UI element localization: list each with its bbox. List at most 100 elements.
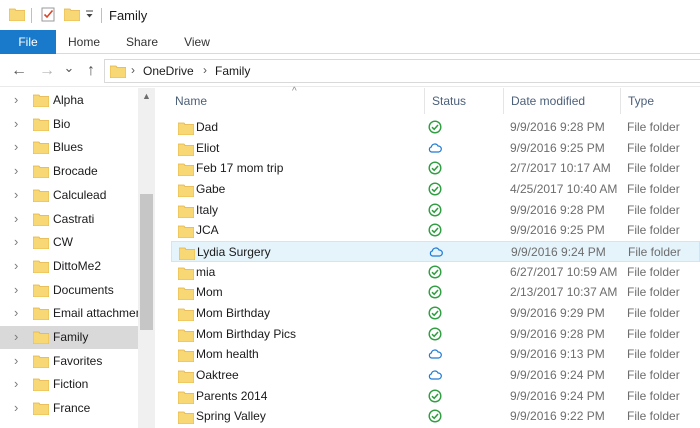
sidebar-item[interactable]: › Alpha (0, 89, 138, 112)
file-name: Dad (196, 120, 219, 134)
sidebar-item-label: CW (53, 235, 73, 250)
expand-chevron-icon[interactable]: › (14, 139, 18, 154)
file-row[interactable]: Parents 2014 9/9/2016 9:24 PM File folder (171, 386, 700, 407)
sidebar-item[interactable]: › Documents (0, 279, 138, 302)
sidebar-item-label: Documents (53, 282, 114, 297)
blue-cloud-icon (428, 368, 442, 382)
expand-chevron-icon[interactable]: › (14, 163, 18, 178)
expand-chevron-icon[interactable]: › (14, 329, 18, 344)
folder-icon (33, 117, 49, 131)
folder-icon (33, 93, 49, 107)
column-header-name[interactable]: Name (175, 94, 207, 108)
green-check-circle-icon (428, 161, 442, 175)
file-name: mia (196, 264, 216, 279)
sidebar-item[interactable]: › DittoMe2 (0, 255, 138, 278)
scrollbar-thumb[interactable] (140, 194, 153, 330)
green-check-circle-icon (428, 306, 442, 320)
sidebar-item-label: Calculead (53, 187, 107, 202)
file-row[interactable]: Oaktree 9/9/2016 9:24 PM File folder (171, 365, 700, 386)
file-row[interactable]: Mom health 9/9/2016 9:13 PM File folder (171, 344, 700, 365)
file-type: File folder (627, 182, 680, 196)
tab-view[interactable]: View (176, 30, 218, 54)
file-type: File folder (627, 120, 680, 134)
expand-chevron-icon[interactable]: › (14, 400, 18, 415)
file-row[interactable]: Mom Birthday 9/9/2016 9:29 PM File folder (171, 303, 700, 324)
sidebar-item[interactable]: › CW (0, 231, 138, 254)
sort-ascending-icon: ^ (292, 86, 297, 97)
file-row[interactable]: Mom Birthday Pics 9/9/2016 9:28 PM File fo… (171, 324, 700, 345)
column-header-type[interactable]: Type (628, 94, 654, 108)
properties-checkmark-icon[interactable] (41, 7, 56, 25)
expand-chevron-icon[interactable]: › (14, 353, 18, 368)
file-row[interactable]: Feb 17 mom trip 2/7/2017 10:17 AM File fol… (171, 158, 700, 179)
expand-chevron-icon[interactable]: › (14, 211, 18, 226)
file-row[interactable]: Eliot 9/9/2016 9:25 PM File folder (171, 138, 700, 159)
file-date-modified: 6/27/2017 10:59 AM (510, 264, 618, 279)
breadcrumb-onedrive[interactable]: OneDrive (143, 64, 194, 78)
sidebar-item[interactable]: › Favorites (0, 350, 138, 373)
file-date-modified: 9/9/2016 9:28 PM (510, 120, 605, 134)
scroll-up-arrow-icon[interactable]: ▲ (142, 91, 151, 101)
file-row[interactable]: Italy 9/9/2016 9:28 PM File folder (171, 200, 700, 221)
sidebar-item[interactable]: › Email attachments (0, 302, 138, 325)
sidebar-item[interactable]: › Castrati (0, 208, 138, 231)
file-row[interactable]: Spring Valley 9/9/2016 9:22 PM File folder (171, 406, 700, 427)
sidebar-item[interactable]: › Family (0, 326, 138, 349)
sidebar-item[interactable]: › France (0, 397, 138, 420)
forward-arrow-icon[interactable]: → (36, 60, 58, 82)
folder-icon (33, 212, 49, 226)
file-date-modified: 9/9/2016 9:24 PM (510, 368, 605, 383)
file-date-modified: 9/9/2016 9:24 PM (510, 388, 605, 403)
tab-home[interactable]: Home (62, 30, 106, 54)
folder-icon (178, 142, 194, 156)
green-check-circle-icon (428, 120, 442, 134)
expand-chevron-icon[interactable]: › (14, 187, 18, 202)
file-row[interactable]: JCA 9/9/2016 9:25 PM File folder (171, 220, 700, 241)
column-header-date-modified[interactable]: Date modified (511, 94, 585, 108)
folder-icon (179, 246, 195, 261)
file-row[interactable]: Dad 9/9/2016 9:28 PM File folder (171, 117, 700, 138)
expand-chevron-icon[interactable]: › (14, 92, 18, 107)
green-check-circle-icon (428, 265, 442, 279)
expand-chevron-icon[interactable]: › (14, 282, 18, 297)
breadcrumb-separator[interactable]: › (131, 63, 135, 77)
column-header-status[interactable]: Status (432, 94, 466, 108)
file-type: File folder (627, 140, 680, 155)
file-date-modified: 9/9/2016 9:28 PM (510, 326, 605, 341)
new-folder-icon[interactable] (64, 7, 80, 21)
folder-icon[interactable] (9, 7, 25, 21)
file-type: File folder (627, 285, 680, 300)
file-date-modified: 2/13/2017 10:37 AM (510, 285, 618, 300)
sidebar-item[interactable]: › Bio (0, 113, 138, 136)
file-row[interactable]: mia 6/27/2017 10:59 AM File folder (171, 262, 700, 283)
address-bar[interactable]: › OneDrive › Family (104, 59, 700, 83)
tab-file[interactable]: File (0, 30, 56, 54)
file-row[interactable]: Mom 2/13/2017 10:37 AM File folder (171, 282, 700, 303)
file-name: Eliot (196, 140, 220, 155)
file-row[interactable]: Lydia Surgery 9/9/2016 9:24 PM File folder (171, 241, 700, 263)
expand-chevron-icon[interactable]: › (14, 234, 18, 249)
expand-chevron-icon[interactable]: › (14, 258, 18, 273)
sidebar-item[interactable]: › Brocade (0, 160, 138, 183)
up-arrow-icon[interactable]: ↑ (80, 60, 102, 82)
customize-toolbar-dropdown-icon[interactable] (85, 8, 94, 23)
recent-locations-chevron-icon[interactable]: ⌄ (61, 57, 77, 79)
navigation-pane-scrollbar[interactable]: ▲ (138, 88, 155, 428)
file-date-modified: 9/9/2016 9:29 PM (510, 306, 605, 321)
file-row[interactable]: Gabe 4/25/2017 10:40 AM File folder (171, 179, 700, 200)
expand-chevron-icon[interactable]: › (14, 376, 18, 391)
file-date-modified: 2/7/2017 10:17 AM (510, 161, 611, 176)
file-name: Spring Valley (196, 409, 266, 424)
expand-chevron-icon[interactable]: › (14, 116, 18, 131)
sidebar-item[interactable]: › Calculead (0, 184, 138, 207)
back-arrow-icon[interactable]: ← (8, 60, 30, 82)
sidebar-item[interactable]: › Fiction (0, 373, 138, 396)
breadcrumb-separator[interactable]: › (203, 63, 207, 77)
file-name: Oaktree (196, 368, 239, 383)
breadcrumb-family[interactable]: Family (215, 64, 250, 78)
column-header: ^ Name Status Date modified Type (156, 86, 700, 114)
expand-chevron-icon[interactable]: › (14, 305, 18, 320)
tab-share[interactable]: Share (120, 30, 164, 54)
sidebar-item-label: Email attachments (53, 306, 138, 321)
sidebar-item[interactable]: › Blues (0, 136, 138, 159)
